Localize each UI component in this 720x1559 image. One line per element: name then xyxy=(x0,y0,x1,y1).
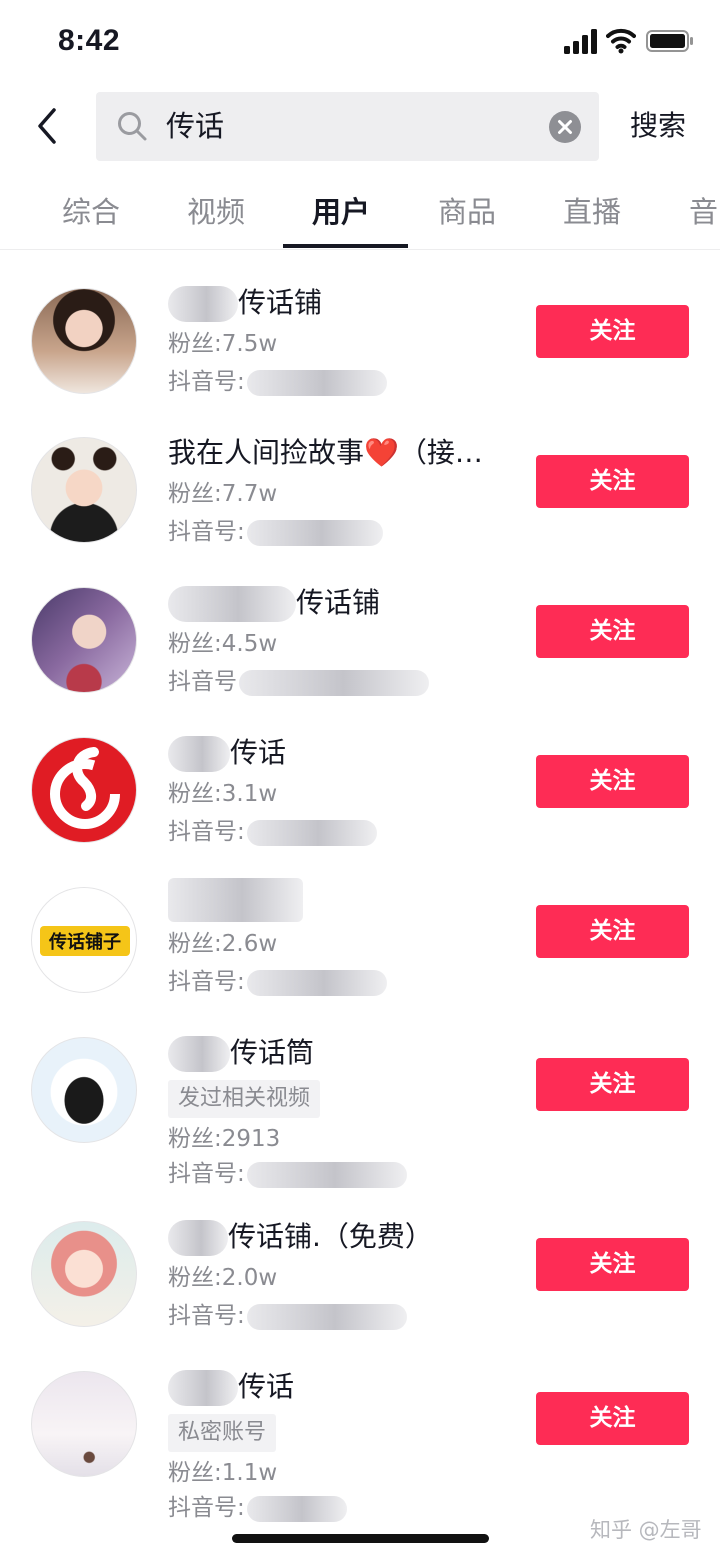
search-icon xyxy=(118,112,147,141)
user-name: 传话铺.（免费） xyxy=(168,1218,433,1256)
user-avatar[interactable]: 传话铺子 xyxy=(31,887,137,993)
battery-icon xyxy=(646,30,693,52)
user-douyin-id: 抖音号: xyxy=(168,366,387,398)
user-douyin-id: 抖音号: xyxy=(168,1492,347,1524)
user-fans: 粉丝:7.7w xyxy=(168,481,278,507)
user-fans: 粉丝:2.0w xyxy=(168,1265,278,1291)
back-arrow-icon[interactable] xyxy=(30,106,66,146)
user-avatar[interactable] xyxy=(31,1221,137,1327)
user-name: 传话铺 xyxy=(168,284,322,322)
tab-comprehensive[interactable]: 综合 xyxy=(62,192,120,232)
follow-button[interactable]: 关注 xyxy=(536,455,689,508)
search-input[interactable]: 传话 xyxy=(166,106,224,146)
cellular-signal-icon xyxy=(564,29,597,54)
music-logo-icon xyxy=(50,747,120,829)
user-douyin-id: 抖音号: xyxy=(168,516,383,548)
user-douyin-id: 抖音号 xyxy=(168,666,429,698)
user-name: 我在人间捡故事❤️（接… xyxy=(168,436,483,469)
follow-button[interactable]: 关注 xyxy=(536,605,689,658)
user-name: 传话铺 xyxy=(168,584,380,622)
user-avatar[interactable] xyxy=(31,587,137,693)
follow-button[interactable]: 关注 xyxy=(536,905,689,958)
tab-videos[interactable]: 视频 xyxy=(187,192,245,232)
private-account-tag: 私密账号 xyxy=(168,1414,277,1452)
follow-button[interactable]: 关注 xyxy=(536,1058,689,1111)
active-tab-indicator xyxy=(283,244,408,248)
follow-button[interactable]: 关注 xyxy=(536,305,689,358)
user-fans: 粉丝:2913 xyxy=(168,1126,281,1152)
clear-icon[interactable] xyxy=(549,111,581,143)
shop-logo: 传话铺子 xyxy=(40,926,130,956)
user-name xyxy=(168,878,303,922)
search-tabs: 综合 视频 用户 商品 直播 音 xyxy=(0,180,720,250)
user-douyin-id: 抖音号: xyxy=(168,816,377,848)
tab-users[interactable]: 用户 xyxy=(312,192,370,232)
user-avatar[interactable] xyxy=(31,737,137,843)
svg-text:传话铺子: 传话铺子 xyxy=(48,931,121,953)
user-fans: 粉丝:4.5w xyxy=(168,631,278,657)
tab-music[interactable]: 音 xyxy=(689,192,718,232)
follow-button[interactable]: 关注 xyxy=(536,1238,689,1291)
status-time: 8:42 xyxy=(58,24,121,57)
tab-live[interactable]: 直播 xyxy=(563,192,621,232)
user-name: 传话 xyxy=(168,734,286,772)
follow-button[interactable]: 关注 xyxy=(536,1392,689,1445)
user-avatar[interactable] xyxy=(31,437,137,543)
tab-products[interactable]: 商品 xyxy=(438,192,496,232)
user-avatar[interactable] xyxy=(31,1037,137,1143)
search-box[interactable]: 传话 xyxy=(96,92,599,161)
follow-button[interactable]: 关注 xyxy=(536,755,689,808)
wifi-icon xyxy=(606,28,636,54)
user-fans: 粉丝:2.6w xyxy=(168,931,278,957)
user-fans: 粉丝:3.1w xyxy=(168,781,278,807)
user-douyin-id: 抖音号: xyxy=(168,1300,407,1332)
user-name: 传话 xyxy=(168,1368,294,1406)
related-video-tag: 发过相关视频 xyxy=(168,1080,321,1118)
user-fans: 粉丝:1.1w xyxy=(168,1460,278,1486)
user-fans: 粉丝:7.5w xyxy=(168,331,278,357)
user-douyin-id: 抖音号: xyxy=(168,1158,407,1190)
watermark: 知乎 @左哥 xyxy=(590,1518,702,1542)
status-bar: 8:42 xyxy=(0,0,720,88)
user-avatar[interactable] xyxy=(31,1371,137,1477)
user-douyin-id: 抖音号: xyxy=(168,966,387,998)
search-button[interactable]: 搜索 xyxy=(630,106,686,146)
user-avatar[interactable] xyxy=(31,288,137,394)
home-indicator[interactable] xyxy=(232,1534,489,1543)
user-name: 传话筒 xyxy=(168,1034,314,1072)
